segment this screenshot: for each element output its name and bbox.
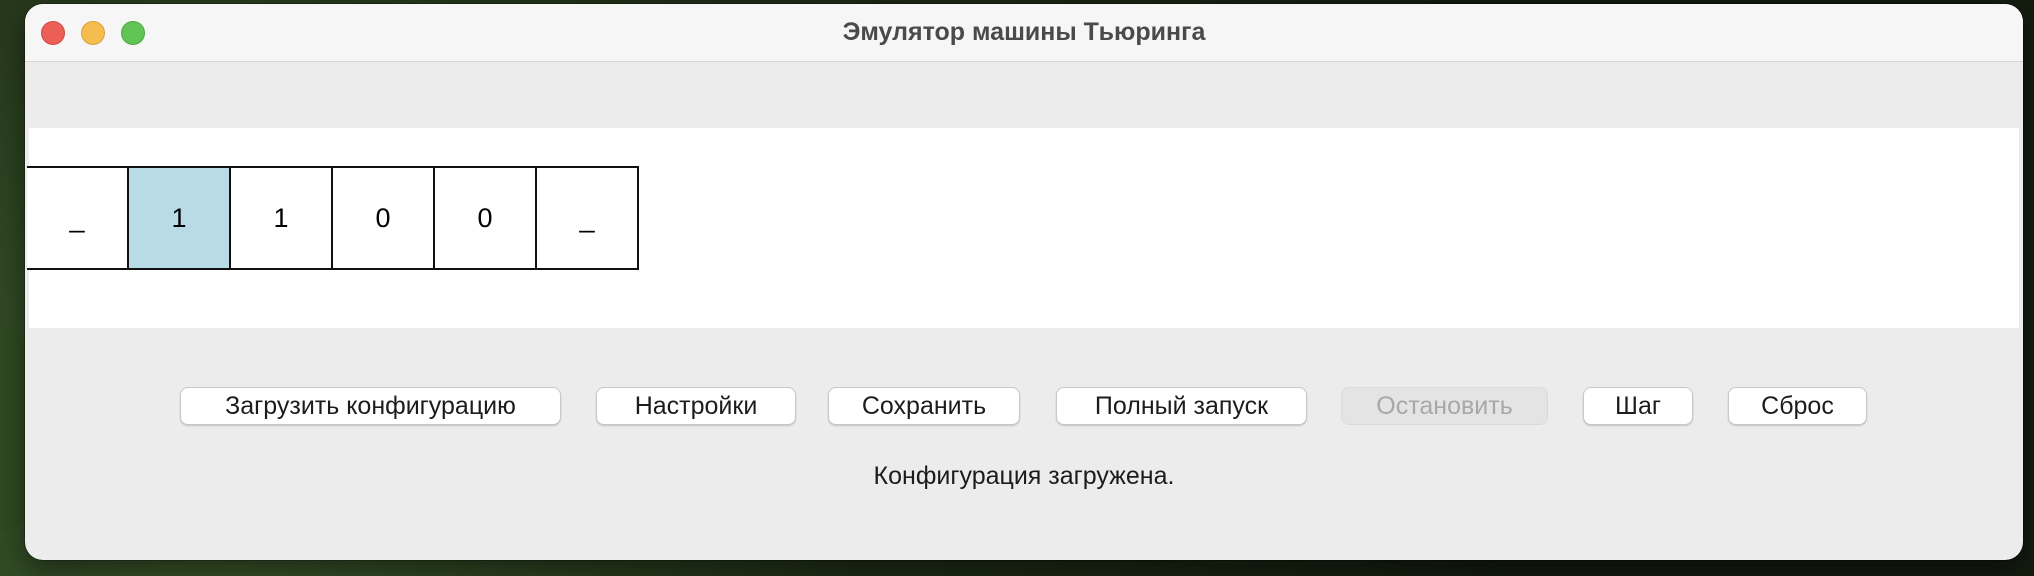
settings-button[interactable]: Настройки <box>596 387 796 425</box>
tape-cell: 1 <box>229 166 333 270</box>
full-run-button[interactable]: Полный запуск <box>1056 387 1307 425</box>
status-message: Конфигурация загружена. <box>873 462 1175 490</box>
title-bar[interactable]: Эмулятор машины Тьюринга <box>25 4 2023 62</box>
tape-cell: _ <box>535 166 639 270</box>
tape-cell: 0 <box>433 166 537 270</box>
reset-button[interactable]: Сброс <box>1728 387 1867 425</box>
window-title: Эмулятор машины Тьюринга <box>842 18 1206 46</box>
main-window: Эмулятор машины Тьюринга _ 1 1 0 0 _ Заг… <box>25 4 2023 560</box>
step-button[interactable]: Шаг <box>1583 387 1693 425</box>
button-bar: Загрузить конфигурацию Настройки Сохрани… <box>25 387 2023 427</box>
save-button[interactable]: Сохранить <box>828 387 1020 425</box>
tape: _ 1 1 0 0 _ <box>27 166 639 270</box>
tape-cell: _ <box>27 166 129 270</box>
load-config-button[interactable]: Загрузить конфигурацию <box>180 387 561 425</box>
tape-cell: 0 <box>331 166 435 270</box>
tape-panel: _ 1 1 0 0 _ <box>27 128 2019 328</box>
tape-cell-head: 1 <box>127 166 231 270</box>
stop-button[interactable]: Остановить <box>1341 387 1548 425</box>
